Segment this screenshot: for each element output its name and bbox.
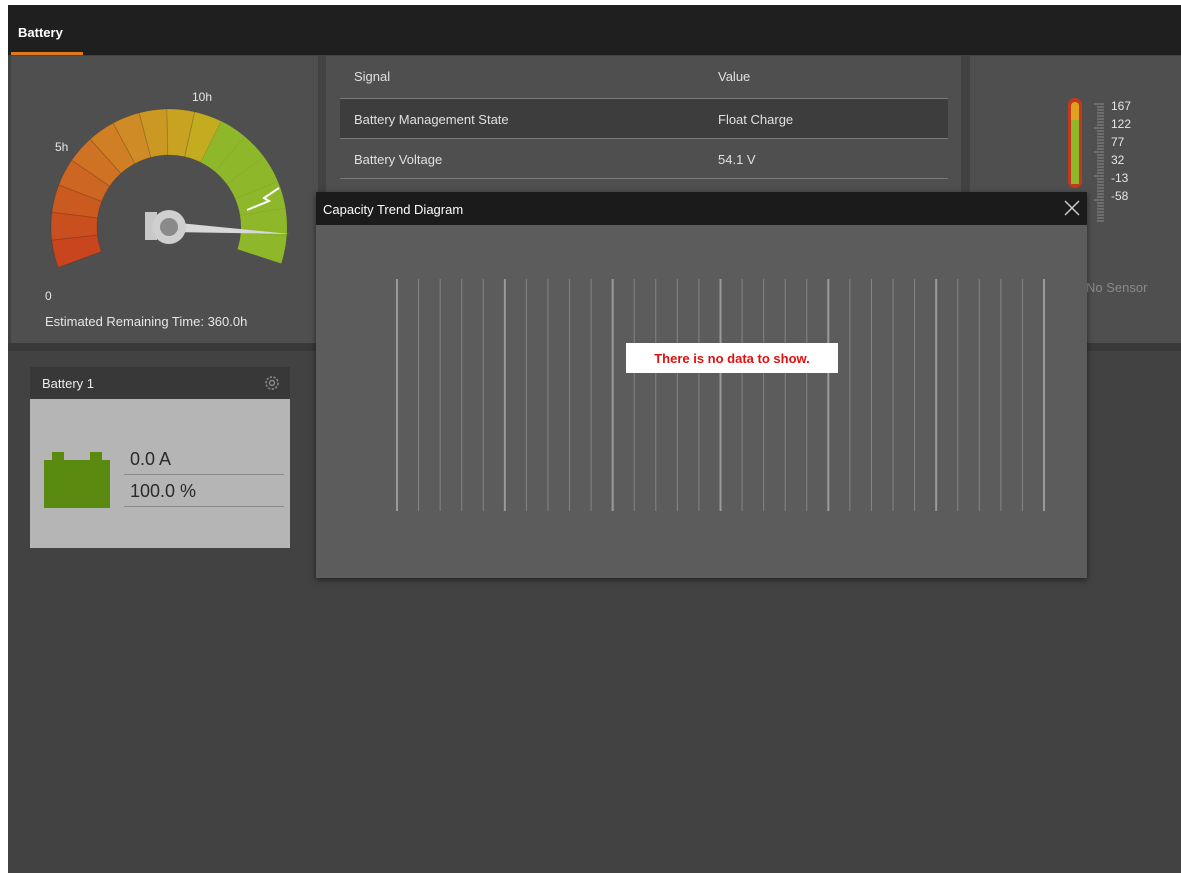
signal-table: Signal Value Battery Management State Fl… bbox=[340, 56, 948, 179]
close-icon[interactable] bbox=[1061, 197, 1083, 219]
gauge-needle-hub-center bbox=[160, 218, 178, 236]
gauge-segment bbox=[237, 232, 287, 264]
capacity-trend-chart bbox=[396, 279, 1045, 511]
battery-1-card[interactable]: Battery 1 0.0 A 100.0 % bbox=[30, 367, 290, 548]
thermometer-fill bbox=[1071, 120, 1079, 184]
signal-value: 54.1 V bbox=[718, 152, 756, 167]
estimated-remaining-time: Estimated Remaining Time: 360.0h bbox=[45, 314, 248, 329]
signal-name: Battery Voltage bbox=[354, 152, 443, 167]
active-tab-indicator bbox=[11, 52, 83, 55]
dialog-header: Capacity Trend Diagram bbox=[316, 192, 1087, 225]
temperature-tick-label: -58 bbox=[1111, 189, 1129, 203]
capacity-trend-dialog: Capacity Trend Diagram There is no data … bbox=[316, 192, 1087, 578]
battery-icon bbox=[44, 452, 110, 508]
table-row[interactable]: Battery Voltage 54.1 V bbox=[340, 139, 948, 179]
signal-value: Float Charge bbox=[718, 112, 794, 127]
gauge-label-10h: 10h bbox=[192, 90, 213, 104]
gauge-segment bbox=[51, 234, 102, 268]
temperature-tick-label: -13 bbox=[1111, 171, 1129, 185]
signal-name: Battery Management State bbox=[354, 112, 509, 127]
column-header-signal: Signal bbox=[354, 69, 391, 84]
thermometer-top bbox=[1071, 102, 1079, 120]
dialog-title: Capacity Trend Diagram bbox=[323, 202, 464, 217]
table-row[interactable]: Battery Management State Float Charge bbox=[340, 99, 948, 139]
tab-battery[interactable]: Battery bbox=[11, 5, 83, 55]
gauge-label-5h: 5h bbox=[55, 140, 69, 154]
temperature-tick-label: 77 bbox=[1111, 135, 1125, 149]
gauge-label-zero: 0 bbox=[45, 289, 52, 303]
temperature-tick-label: 32 bbox=[1111, 153, 1125, 167]
battery-card-title: Battery 1 bbox=[42, 376, 95, 391]
battery-current-value: 0.0 A bbox=[124, 444, 284, 475]
temperature-scale-ticks bbox=[1094, 103, 1104, 222]
no-data-message: There is no data to show. bbox=[626, 343, 838, 373]
signal-table-header: Signal Value bbox=[340, 56, 948, 99]
battery-capacity-value: 100.0 % bbox=[124, 476, 284, 507]
temperature-tick-label: 122 bbox=[1111, 117, 1132, 131]
top-tab-bar: Battery bbox=[8, 5, 1181, 55]
gear-icon[interactable] bbox=[262, 373, 282, 393]
battery-app: Battery 0 5h 10h Estimated Remaining Tim… bbox=[8, 5, 1181, 873]
sensor-status: No Sensor bbox=[1086, 280, 1148, 295]
remaining-time-gauge bbox=[50, 108, 290, 268]
remaining-time-gauge-panel: 0 5h 10h Estimated Remaining Time: 360.0… bbox=[11, 56, 318, 343]
column-header-value: Value bbox=[718, 69, 751, 84]
thermometer-icon bbox=[1068, 98, 1082, 188]
battery-card-header: Battery 1 bbox=[30, 367, 290, 399]
temperature-tick-label: 167 bbox=[1111, 99, 1132, 113]
